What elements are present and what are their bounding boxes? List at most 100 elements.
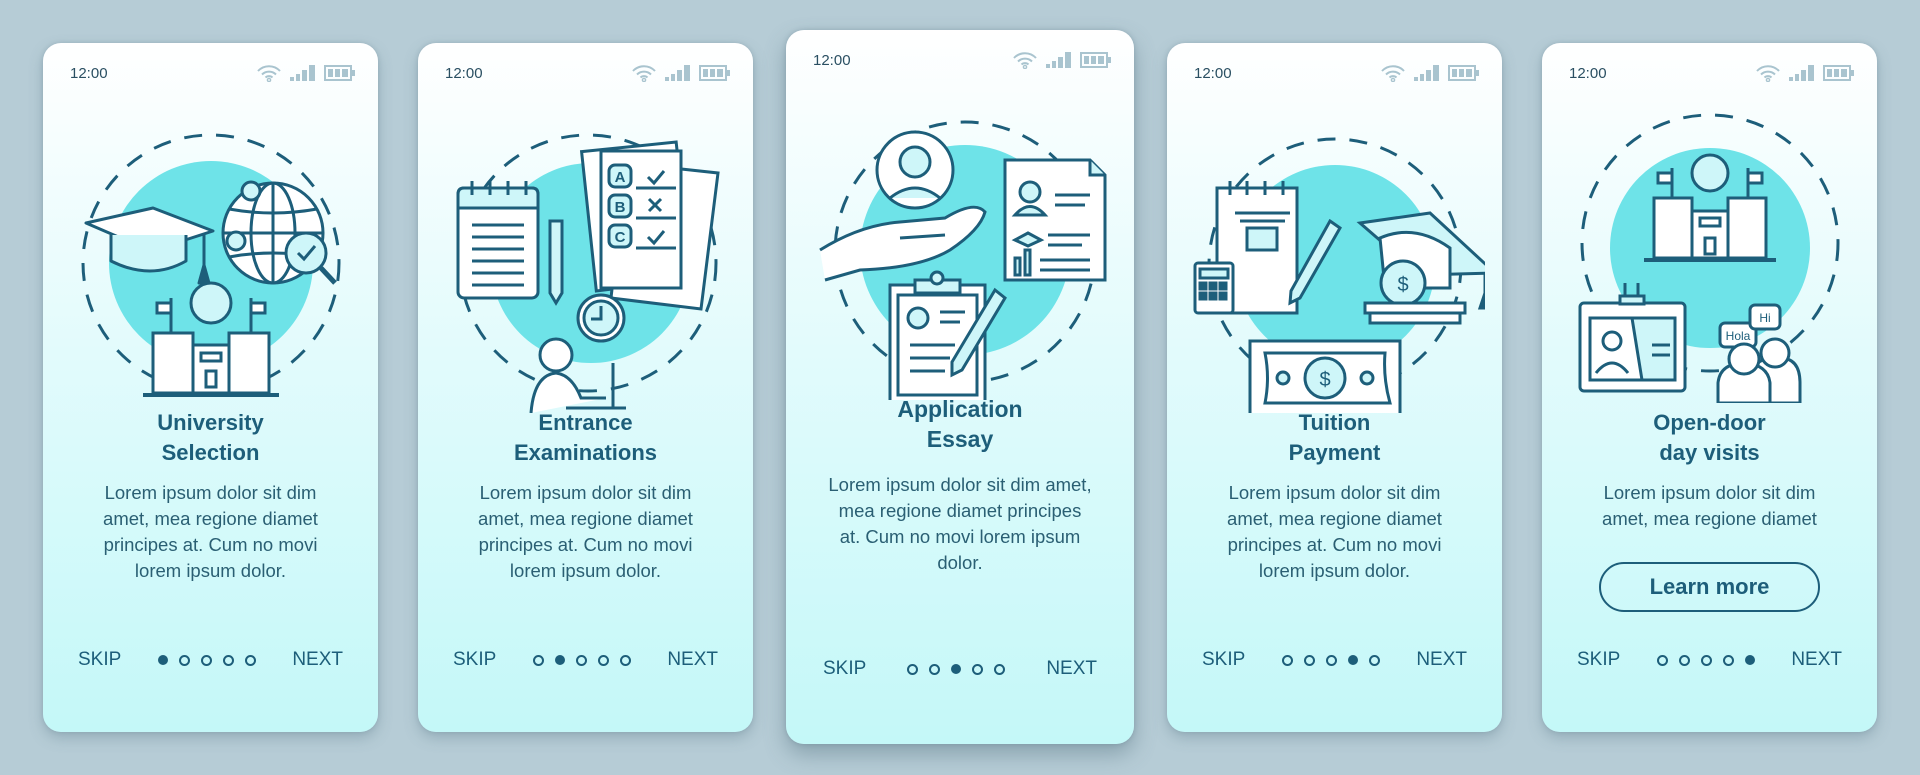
status-bar: 12:00 [445, 63, 731, 83]
status-time: 12:00 [1569, 64, 1607, 82]
svg-text:$: $ [1319, 369, 1330, 391]
page-dot[interactable] [1368, 654, 1380, 666]
resume-icon [1003, 158, 1107, 282]
page-dot[interactable] [244, 654, 256, 666]
page-dot[interactable] [1700, 654, 1712, 666]
page-dot[interactable] [907, 663, 919, 675]
page-dot[interactable] [178, 654, 190, 666]
status-time: 12:00 [1194, 64, 1232, 82]
page-dot[interactable] [1281, 654, 1293, 666]
onboarding-nav: SKIP NEXT [453, 647, 718, 673]
onboarding-screen-tuition-payment: 12:00 $ $ Tuition Payment Lorem ipsum do… [1167, 43, 1502, 732]
illustration-university-selection [43, 113, 378, 413]
page-dot[interactable] [1678, 654, 1690, 666]
page-dot-active[interactable] [157, 655, 168, 665]
onboarding-screen-entrance-examinations: 12:00 A B C Entrance Examinations Lorem … [418, 43, 753, 732]
screen-title: Entrance Examinations [513, 410, 658, 465]
page-dot[interactable] [929, 663, 941, 675]
battery-icon [1080, 52, 1112, 68]
page-indicator [1281, 654, 1380, 666]
page-indicator [157, 654, 256, 666]
notepad-icon [456, 181, 539, 300]
skip-button[interactable]: SKIP [1577, 649, 1620, 671]
screen-description: Lorem ipsum dolor sit dim amet, mea regi… [828, 474, 1092, 573]
learn-more-button[interactable]: Learn more [1599, 562, 1820, 612]
option-a-label: A [614, 169, 625, 186]
option-b-label: B [614, 199, 625, 216]
screen-title: Open-door day visits [1653, 410, 1766, 465]
pencil-icon [548, 219, 563, 306]
screen-description: Lorem ipsum dolor sit dim amet, mea regi… [103, 482, 318, 581]
skip-button[interactable]: SKIP [453, 649, 496, 671]
page-dot[interactable] [1303, 654, 1315, 666]
onboarding-screen-open-door-visits: 12:00 Hola Hi Open-door day visits Lorem… [1542, 43, 1877, 732]
skip-button[interactable]: SKIP [823, 658, 866, 680]
test-sheet-icon [579, 140, 720, 311]
signal-icon [1789, 65, 1815, 81]
wifi-icon [1755, 64, 1781, 82]
calculator-icon [1193, 261, 1234, 315]
page-indicator [907, 663, 1006, 675]
onboarding-nav: SKIP NEXT [78, 647, 343, 673]
illustration-tuition-payment: $ $ [1167, 113, 1502, 413]
banknote-icon: $ [1248, 339, 1401, 413]
screen-title: Tuition Payment [1288, 410, 1381, 465]
page-dot[interactable] [1656, 654, 1668, 666]
battery-icon [324, 65, 356, 81]
signal-icon [290, 65, 316, 81]
wifi-icon [631, 64, 657, 82]
screen-title: Application Essay [897, 396, 1023, 452]
illustration-application-essay [786, 100, 1134, 400]
screen-description: Lorem ipsum dolor sit dim amet, mea regi… [1227, 482, 1442, 581]
skip-button[interactable]: SKIP [78, 649, 121, 671]
page-dot[interactable] [1722, 654, 1734, 666]
page-dot[interactable] [972, 663, 984, 675]
page-dot[interactable] [200, 654, 212, 666]
wifi-icon [256, 64, 282, 82]
page-dot[interactable] [1325, 654, 1337, 666]
skip-button[interactable]: SKIP [1202, 649, 1245, 671]
page-dot-active[interactable] [1744, 655, 1755, 665]
page-dot-active[interactable] [1347, 655, 1358, 665]
next-button[interactable]: NEXT [667, 649, 718, 671]
onboarding-screen-university-selection: 12:00 University Selection Lorem ipsum d… [43, 43, 378, 732]
page-dot[interactable] [532, 654, 544, 666]
page-dot-active[interactable] [554, 655, 565, 665]
onboarding-nav: SKIP NEXT [1202, 647, 1467, 673]
page-dot[interactable] [222, 654, 234, 666]
battery-icon [1823, 65, 1855, 81]
status-bar: 12:00 [813, 50, 1112, 70]
page-dot-active[interactable] [951, 664, 962, 674]
page-indicator [532, 654, 631, 666]
status-time: 12:00 [445, 64, 483, 82]
screen-description: Lorem ipsum dolor sit dim amet, mea regi… [1602, 482, 1817, 529]
page-dot[interactable] [597, 654, 609, 666]
page-dot[interactable] [619, 654, 631, 666]
signal-icon [1046, 52, 1072, 68]
page-dot[interactable] [575, 654, 587, 666]
next-button[interactable]: NEXT [1416, 649, 1467, 671]
globe-search-icon [221, 180, 337, 285]
clock-icon [576, 293, 625, 343]
next-button[interactable]: NEXT [1791, 649, 1842, 671]
wifi-icon [1012, 51, 1038, 69]
wifi-icon [1380, 64, 1406, 82]
screen-description: Lorem ipsum dolor sit dim amet, mea regi… [478, 482, 693, 581]
onboarding-nav: SKIP NEXT [823, 656, 1097, 682]
next-button[interactable]: NEXT [1046, 658, 1097, 680]
battery-icon [1448, 65, 1480, 81]
screen-title: University Selection [157, 410, 264, 465]
onboarding-screen-application-essay: 12:00 Application Essay Lorem ipsum dolo… [786, 30, 1134, 744]
status-bar: 12:00 [1569, 63, 1855, 83]
page-dot[interactable] [994, 663, 1006, 675]
option-c-label: C [614, 229, 625, 246]
status-time: 12:00 [70, 64, 108, 82]
signal-icon [665, 65, 691, 81]
page-indicator [1656, 654, 1755, 666]
speech-bubble-hola: Hola [1725, 329, 1750, 343]
speech-bubble-hi: Hi [1759, 311, 1770, 325]
svg-text:$: $ [1397, 274, 1408, 296]
status-bar: 12:00 [1194, 63, 1480, 83]
next-button[interactable]: NEXT [292, 649, 343, 671]
onboarding-nav: SKIP NEXT [1577, 647, 1842, 673]
